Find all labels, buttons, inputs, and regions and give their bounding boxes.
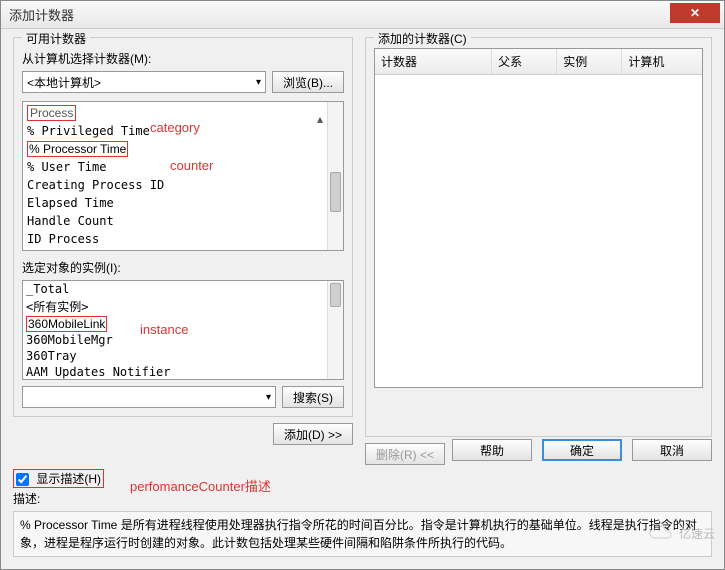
close-icon: ✕: [690, 6, 700, 20]
instance-search-input[interactable]: ▾: [22, 386, 276, 408]
th-instance[interactable]: 实例: [557, 49, 622, 74]
counter-item[interactable]: ID Process: [25, 230, 341, 248]
close-button[interactable]: ✕: [670, 3, 720, 23]
chevron-down-icon: ▾: [266, 392, 271, 403]
browse-button[interactable]: 浏览(B)...: [272, 71, 344, 93]
computer-combobox[interactable]: <本地计算机> ▾: [22, 71, 266, 93]
show-description-checkbox-input[interactable]: [16, 473, 29, 486]
th-parent[interactable]: 父系: [492, 49, 557, 74]
table-header: 计数器 父系 实例 计算机: [375, 49, 702, 75]
chevron-down-icon: ▾: [256, 77, 261, 88]
counter-item[interactable]: Creating Process ID: [25, 176, 341, 194]
counter-item[interactable]: % Privileged Time: [25, 122, 341, 140]
th-counter[interactable]: 计数器: [375, 49, 492, 74]
expand-icon[interactable]: ▴: [317, 112, 323, 126]
show-description-checkbox[interactable]: 显示描述(H): [13, 469, 104, 488]
cancel-button[interactable]: 取消: [632, 439, 712, 461]
counter-item[interactable]: Handle Count: [25, 212, 341, 230]
scrollbar-thumb[interactable]: [330, 283, 341, 307]
instance-item[interactable]: 360Tray: [23, 348, 343, 364]
instance-item[interactable]: AAM Updates Notifier: [23, 364, 343, 380]
counter-listbox[interactable]: Process % Privileged Time % Processor Ti…: [22, 101, 344, 251]
instance-item[interactable]: _Total: [23, 281, 343, 297]
available-counters-group: 可用计数器 从计算机选择计数器(M): <本地计算机> ▾ 浏览(B)... P…: [13, 37, 353, 417]
remove-button[interactable]: 删除(R) <<: [365, 443, 445, 465]
instances-listbox[interactable]: _Total <所有实例> 360MobileLink 360MobileMgr…: [22, 280, 344, 380]
instance-item[interactable]: 360MobileMgr: [23, 332, 343, 348]
instances-label: 选定对象的实例(I):: [22, 259, 344, 276]
counter-scrollbar[interactable]: [327, 102, 343, 250]
window-title: 添加计数器: [9, 5, 670, 24]
instance-item[interactable]: 360MobileLink: [23, 316, 343, 332]
instance-item[interactable]: <所有实例>: [23, 297, 343, 316]
scrollbar-thumb[interactable]: [330, 172, 341, 212]
watermark: 亿速云: [647, 524, 715, 542]
search-button[interactable]: 搜索(S): [282, 386, 344, 408]
added-counters-group: 添加的计数器(C) 计数器 父系 实例 计算机: [365, 37, 712, 437]
category-item[interactable]: Process: [25, 104, 341, 122]
counter-item[interactable]: Elapsed Time: [25, 194, 341, 212]
add-counter-dialog: 添加计数器 ✕ 可用计数器 从计算机选择计数器(M): <本地计算机> ▾ 浏览…: [0, 0, 725, 570]
computer-select-label: 从计算机选择计数器(M):: [22, 50, 344, 67]
description-area: 显示描述(H) 帮助 确定 取消 描述: % Processor Time 是所…: [13, 469, 712, 557]
add-button[interactable]: 添加(D) >>: [273, 423, 353, 445]
counter-item[interactable]: % User Time: [25, 158, 341, 176]
titlebar: 添加计数器 ✕: [1, 1, 724, 29]
dialog-body: 可用计数器 从计算机选择计数器(M): <本地计算机> ▾ 浏览(B)... P…: [1, 29, 724, 569]
instances-scrollbar[interactable]: [327, 281, 343, 379]
ok-button[interactable]: 确定: [542, 439, 622, 461]
counter-item[interactable]: % Processor Time: [25, 140, 341, 158]
available-counters-title: 可用计数器: [22, 30, 90, 47]
added-counters-title: 添加的计数器(C): [374, 30, 471, 47]
cloud-icon: [647, 524, 675, 542]
help-button[interactable]: 帮助: [452, 439, 532, 461]
description-label: 描述:: [13, 490, 712, 507]
added-counters-table: 计数器 父系 实例 计算机: [374, 48, 703, 388]
description-text: % Processor Time 是所有进程线程使用处理器执行指令所花的时间百分…: [13, 511, 712, 557]
computer-combobox-value: <本地计算机>: [27, 74, 101, 91]
th-computer[interactable]: 计算机: [622, 49, 702, 74]
